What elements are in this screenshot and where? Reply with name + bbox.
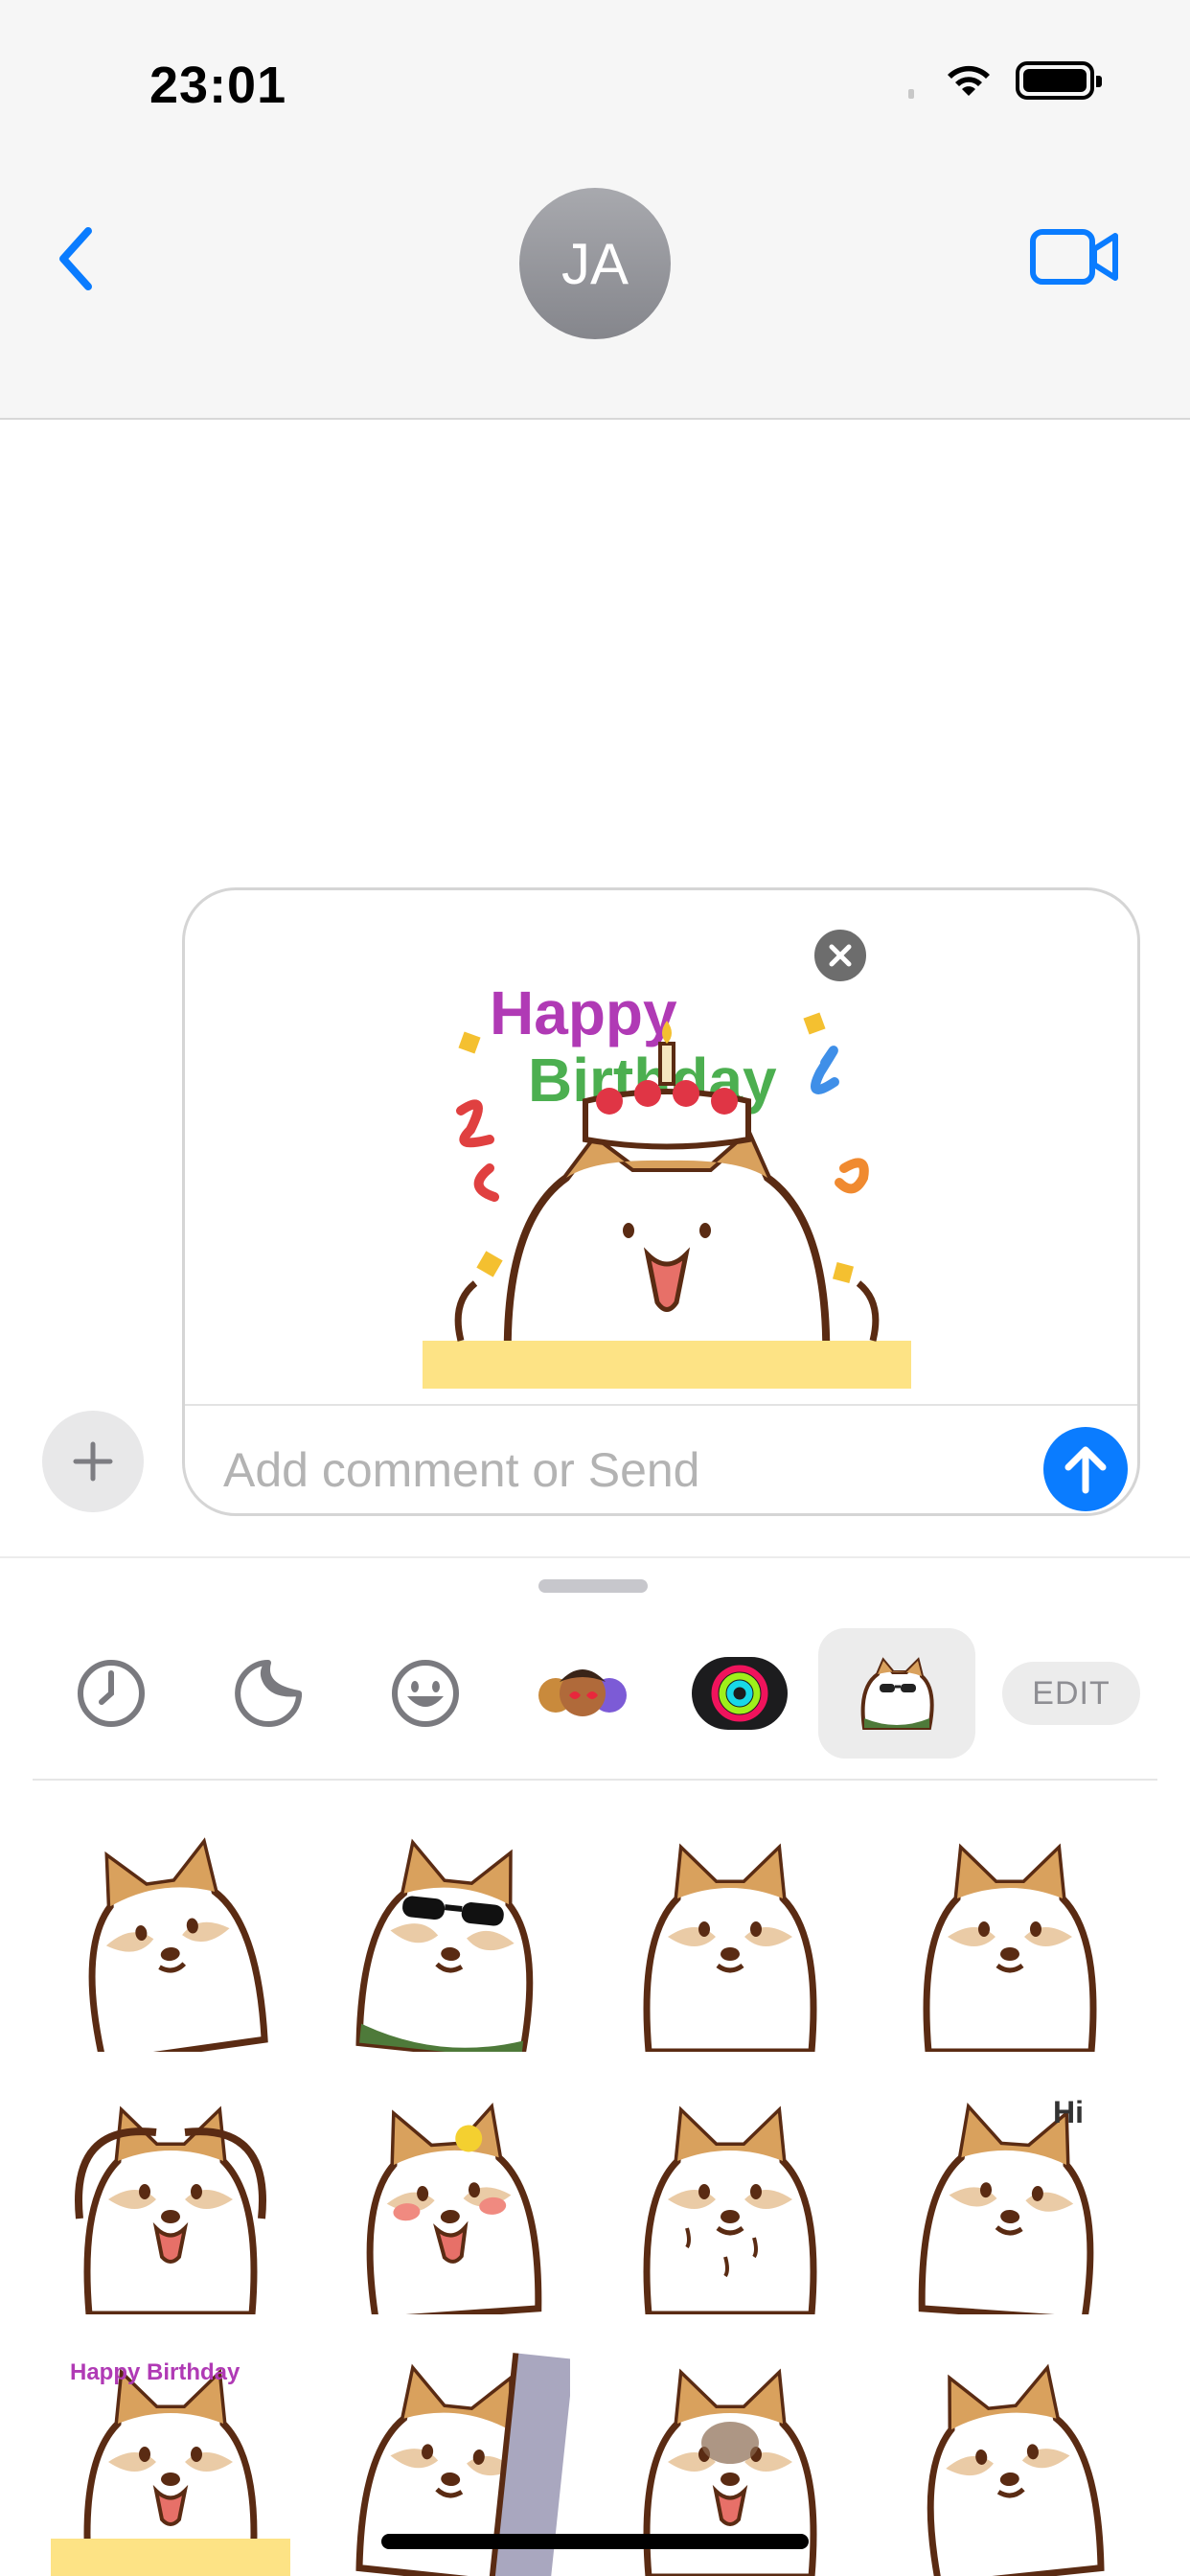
emoji-app-button[interactable] xyxy=(347,1628,504,1759)
plus-icon xyxy=(73,1441,113,1482)
conversation-header: 23:01 JA xyxy=(0,0,1190,420)
compose-divider xyxy=(185,1404,1137,1406)
activity-rings-icon xyxy=(692,1657,788,1730)
shiba-sticker-image xyxy=(927,2363,1105,2576)
recents-app-button[interactable] xyxy=(33,1628,190,1759)
sticker-text: Hi xyxy=(1053,2095,1084,2129)
sticker-text-happy: Happy xyxy=(490,978,677,1047)
contact-initials: JA xyxy=(561,231,629,296)
shiba-sunglasses-sticker[interactable] xyxy=(326,1817,575,2057)
app-drawer: EDIT Hi Happy Birthday xyxy=(0,1556,1190,2576)
shiba-birthday-sticker-image: Happy Birthday xyxy=(423,978,911,1392)
close-icon xyxy=(829,944,852,967)
shiba-sticker-pack-button[interactable] xyxy=(818,1628,975,1759)
message-compose-field[interactable]: Happy Birthday xyxy=(182,887,1140,1516)
edit-apps-button[interactable]: EDIT xyxy=(1002,1662,1140,1725)
shiba-sticker-image xyxy=(88,1837,268,2052)
status-time: 23:01 xyxy=(149,57,287,114)
memoji-app-button[interactable] xyxy=(504,1628,661,1759)
shiba-sunglasses-icon xyxy=(860,1657,934,1730)
shiba-sticker-image xyxy=(923,1843,1097,2052)
send-button[interactable] xyxy=(1043,1427,1128,1511)
sticker-text: Happy Birthday xyxy=(70,2359,240,2385)
home-indicator[interactable] xyxy=(381,2534,809,2549)
shiba-sticker-image xyxy=(75,2105,266,2314)
strip-divider xyxy=(33,1779,1157,1781)
shiba-birthday-sticker[interactable]: Happy Birthday xyxy=(46,2342,295,2576)
shiba-flower-blush-sticker[interactable] xyxy=(326,2080,575,2319)
shiba-worried-sticker[interactable] xyxy=(885,2342,1134,2576)
sticker-icon xyxy=(235,1660,302,1727)
back-button[interactable] xyxy=(46,220,103,297)
memoji-icon xyxy=(538,1669,627,1716)
comment-input[interactable] xyxy=(223,1427,990,1513)
shiba-sticker-image: Happy Birthday xyxy=(51,2359,290,2576)
status-icons xyxy=(908,61,1102,100)
shiba-sticker-image xyxy=(643,1843,817,2052)
shiba-chubby-sparkle-sticker[interactable] xyxy=(606,1817,855,2057)
stickers-app-button[interactable] xyxy=(190,1628,347,1759)
shiba-crossed-arms-sticker[interactable] xyxy=(885,1817,1134,2057)
shiba-heart-arms-sticker[interactable] xyxy=(46,2080,295,2319)
wifi-icon xyxy=(948,65,990,96)
remove-attachment-button[interactable] xyxy=(812,927,869,984)
apps-plus-button[interactable] xyxy=(42,1411,144,1512)
shiba-sticker-image: Hi xyxy=(918,2095,1094,2314)
shiba-sweating-sticker[interactable] xyxy=(606,2080,855,2319)
shiba-burst-sticker[interactable] xyxy=(46,1817,295,2057)
shiba-sticker-image xyxy=(366,2103,542,2314)
cellular-signal-icon xyxy=(908,89,914,99)
arrow-up-icon xyxy=(1064,1446,1107,1494)
shiba-sticker-image xyxy=(355,1838,534,2052)
clock-icon xyxy=(78,1660,145,1727)
drawer-grabber[interactable] xyxy=(538,1579,648,1593)
shiba-sticker-image xyxy=(643,2105,817,2314)
app-strip: EDIT xyxy=(33,1622,1173,1765)
battery-icon xyxy=(1016,61,1102,100)
facetime-video-button[interactable] xyxy=(1029,226,1121,289)
shiba-hi-sticker[interactable]: Hi xyxy=(885,2080,1134,2319)
contact-avatar[interactable]: JA xyxy=(519,188,671,339)
chevron-left-icon xyxy=(59,227,92,290)
video-camera-icon xyxy=(1030,229,1118,285)
smiley-icon xyxy=(392,1660,459,1727)
activity-app-button[interactable] xyxy=(661,1628,818,1759)
sticker-grid: Hi Happy Birthday xyxy=(46,1817,1157,2576)
attached-sticker: Happy Birthday xyxy=(423,938,911,1392)
